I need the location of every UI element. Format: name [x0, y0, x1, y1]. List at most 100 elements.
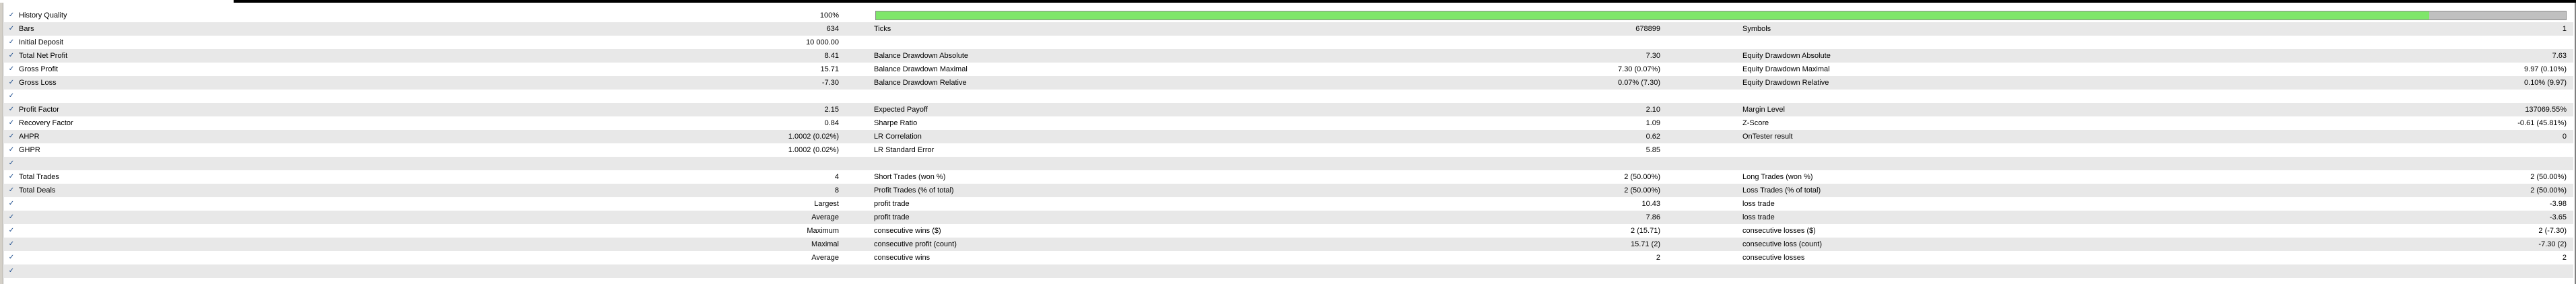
metric-value — [2024, 157, 2567, 170]
metric-label: Profit Factor — [19, 106, 59, 114]
table-row[interactable]: ✓ Total Trades 4 Short Trades (won %) 2 (50.… — [4, 170, 2573, 184]
backtest-results-grid: ✓ History Quality 100% ✓ Bars 634 Ticks 678899 S… — [4, 9, 2573, 278]
table-row[interactable]: ✓ AHPR 1.0002 (0.02%) LR Correlation 0.62 OnT… — [4, 130, 2573, 143]
metric-value: 678899 — [1635, 25, 1660, 33]
check-icon: ✓ — [8, 173, 15, 180]
metric-value: Average — [811, 254, 839, 262]
progress-fill — [876, 11, 2429, 20]
metric-label — [19, 90, 154, 103]
metric-value: 10.43 — [1641, 200, 1660, 208]
metric-label: Initial Deposit — [19, 38, 64, 46]
check-icon: ✓ — [8, 11, 15, 19]
metric-label: consecutive wins ($) — [874, 227, 941, 235]
metric-label — [19, 264, 154, 278]
metric-value: 0.07% (7.30) — [1618, 79, 1660, 87]
metric-value — [1216, 36, 1660, 49]
metric-value: 2 (15.71) — [1630, 227, 1660, 235]
metric-label: LR Standard Error — [874, 146, 935, 154]
metric-value: 100% — [819, 11, 839, 20]
metric-label: Short Trades (won %) — [874, 173, 946, 181]
check-icon: ✓ — [8, 65, 15, 73]
table-row[interactable]: ✓ — [4, 157, 2573, 170]
metric-value: 1.09 — [1646, 119, 1660, 127]
table-row[interactable]: ✓ Average profit trade 7.86 loss trade -3.65 — [4, 211, 2573, 224]
metric-value — [1216, 90, 1660, 103]
metric-value — [1216, 264, 1660, 278]
metric-value: 137069.55% — [2525, 106, 2567, 114]
metric-label: Ticks — [874, 25, 891, 33]
check-icon: ✓ — [8, 146, 15, 153]
metric-value — [2024, 143, 2567, 157]
metric-label: consecutive profit (count) — [874, 240, 957, 248]
check-icon: ✓ — [8, 52, 15, 59]
metric-label: Total Trades — [19, 173, 59, 181]
metric-value — [139, 264, 839, 278]
check-icon: ✓ — [8, 106, 15, 113]
table-row[interactable]: ✓ Initial Deposit 10 000.00 — [4, 36, 2573, 49]
metric-label — [19, 238, 154, 251]
metric-value: 2 (50.00%) — [2530, 173, 2567, 181]
metric-value: 2 — [1656, 254, 1660, 262]
metric-label — [874, 36, 1211, 49]
metric-label — [19, 197, 154, 211]
metric-value: -3.98 — [2549, 200, 2567, 208]
metric-label: Balance Drawdown Relative — [874, 79, 967, 87]
metric-label — [874, 264, 1211, 278]
table-row[interactable]: ✓ Gross Profit 15.71 Balance Drawdown Maxim… — [4, 63, 2573, 76]
metric-value: 2 — [2562, 254, 2567, 262]
left-edge — [0, 3, 3, 284]
metric-value: 0.10% (9.97) — [2524, 79, 2567, 87]
table-row[interactable]: ✓ — [4, 264, 2573, 278]
table-row[interactable]: ✓ History Quality 100% — [4, 9, 2573, 22]
metric-value: 2 (50.00%) — [2530, 186, 2567, 194]
metric-label: Total Deals — [19, 186, 56, 194]
metric-label — [874, 157, 1211, 170]
metric-value: Average — [811, 213, 839, 221]
table-row[interactable]: ✓ GHPR 1.0002 (0.02%) LR Standard Error 5.85 — [4, 143, 2573, 157]
table-row[interactable]: ✓ Largest profit trade 10.43 loss trade -3.98 — [4, 197, 2573, 211]
metric-label: Expected Payoff — [874, 106, 928, 114]
metric-label: AHPR — [19, 133, 40, 141]
table-row[interactable]: ✓ Maximum consecutive wins ($) 2 (15.71) con… — [4, 224, 2573, 238]
check-icon: ✓ — [8, 119, 15, 127]
metric-value: 0 — [2562, 133, 2567, 141]
metric-value: -7.30 (2) — [2538, 240, 2567, 248]
history-quality-progress-bar — [875, 11, 2567, 20]
check-icon: ✓ — [8, 25, 15, 32]
table-row[interactable]: ✓ — [4, 90, 2573, 103]
metric-value: 2.10 — [1646, 106, 1660, 114]
metric-value: 15.71 (2) — [1630, 240, 1660, 248]
metric-label: Total Net Profit — [19, 52, 68, 60]
table-row[interactable]: ✓ Total Deals 8 Profit Trades (% of total) 2… — [4, 184, 2573, 197]
metric-label: consecutive wins — [874, 254, 930, 262]
table-row[interactable]: ✓ Maximal consecutive profit (count) 15.71 … — [4, 238, 2573, 251]
metric-label — [19, 251, 154, 264]
metric-value: 7.30 (0.07%) — [1618, 65, 1660, 73]
metric-value — [139, 90, 839, 103]
table-row[interactable]: ✓ Total Net Profit 8.41 Balance Drawdown Ab… — [4, 49, 2573, 63]
metric-label: Recovery Factor — [19, 119, 73, 127]
metric-value — [139, 157, 839, 170]
metric-value: -7.30 — [821, 79, 839, 87]
metric-label — [874, 90, 1211, 103]
table-row[interactable]: ✓ Average consecutive wins 2 consecutive los… — [4, 251, 2573, 264]
metric-value: 5.85 — [1646, 146, 1660, 154]
table-row[interactable]: ✓ Bars 634 Ticks 678899 Symbols 1 — [4, 22, 2573, 36]
metric-label — [19, 211, 154, 224]
check-icon: ✓ — [8, 227, 15, 234]
metric-label: Bars — [19, 25, 34, 33]
check-icon: ✓ — [8, 240, 15, 248]
metric-value: 7.30 — [1646, 52, 1660, 60]
table-row[interactable]: ✓ Profit Factor 2.15 Expected Payoff 2.10 Mar… — [4, 103, 2573, 116]
metric-label: Profit Trades (% of total) — [874, 186, 954, 194]
metric-value: 7.86 — [1646, 213, 1660, 221]
metric-label: History Quality — [19, 11, 67, 20]
metric-value: 2 (-7.30) — [2538, 227, 2567, 235]
metric-label: Sharpe Ratio — [874, 119, 918, 127]
table-row[interactable]: ✓ Gross Loss -7.30 Balance Drawdown Relativ… — [4, 76, 2573, 90]
check-icon: ✓ — [8, 133, 15, 140]
metric-value: 0.62 — [1646, 133, 1660, 141]
metric-value: 10 000.00 — [806, 38, 839, 46]
table-row[interactable]: ✓ Recovery Factor 0.84 Sharpe Ratio 1.09 Z-Sc… — [4, 116, 2573, 130]
check-icon: ✓ — [8, 159, 15, 167]
